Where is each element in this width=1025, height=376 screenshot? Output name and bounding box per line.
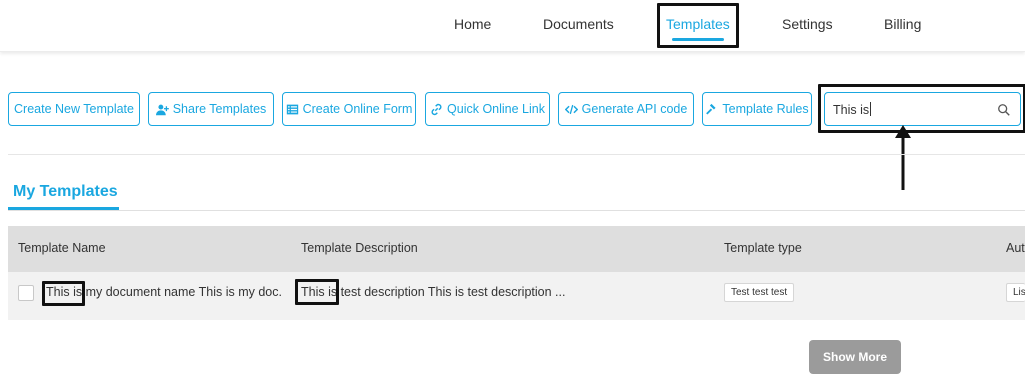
top-nav: Home Documents Templates Settings Billin… bbox=[0, 0, 1025, 52]
column-template-name[interactable]: Template Name bbox=[18, 241, 106, 255]
share-templates-label: Share Templates bbox=[172, 102, 267, 116]
table-header: Template Name Template Description Templ… bbox=[8, 226, 1025, 272]
tab-divider bbox=[8, 210, 1025, 211]
tab-my-templates[interactable]: My Templates bbox=[13, 183, 118, 201]
template-type-badge: Test test test bbox=[724, 283, 795, 302]
table-row[interactable]: This is my document name This is my doc.… bbox=[8, 272, 1025, 320]
quick-online-link-label: Quick Online Link bbox=[447, 102, 545, 116]
template-rules-button[interactable]: Template Rules bbox=[702, 92, 812, 126]
cell-template-description: This is test description This is test de… bbox=[301, 285, 566, 299]
create-new-template-label: Create New Template bbox=[14, 102, 134, 116]
share-templates-button[interactable]: Share Templates bbox=[148, 92, 274, 126]
create-online-form-button[interactable]: Create Online Form bbox=[282, 92, 416, 126]
highlight-box-search bbox=[818, 84, 1025, 133]
create-online-form-label: Create Online Form bbox=[302, 102, 413, 116]
nav-home[interactable]: Home bbox=[454, 15, 491, 33]
toolbar-divider bbox=[8, 154, 1025, 155]
highlight-box-name-match bbox=[42, 281, 85, 306]
annotation-arrow-icon bbox=[895, 125, 911, 190]
form-list-icon bbox=[286, 104, 298, 114]
column-template-description[interactable]: Template Description bbox=[301, 241, 418, 255]
column-author[interactable]: Aut bbox=[1006, 241, 1025, 255]
cell-extra-badge: Lis bbox=[1006, 283, 1025, 302]
user-plus-icon bbox=[155, 104, 169, 115]
highlight-box-description-match bbox=[295, 279, 339, 305]
show-more-button[interactable]: Show More bbox=[809, 340, 901, 374]
gavel-icon bbox=[706, 103, 716, 115]
link-icon bbox=[431, 103, 442, 115]
generate-api-code-label: Generate API code bbox=[581, 102, 688, 116]
nav-settings[interactable]: Settings bbox=[782, 15, 833, 33]
quick-online-link-button[interactable]: Quick Online Link bbox=[425, 92, 550, 126]
nav-documents[interactable]: Documents bbox=[543, 15, 614, 33]
highlight-box-templates bbox=[657, 3, 739, 48]
nav-billing[interactable]: Billing bbox=[884, 15, 921, 33]
template-rules-label: Template Rules bbox=[722, 102, 809, 116]
generate-api-code-button[interactable]: Generate API code bbox=[558, 92, 694, 126]
create-new-template-button[interactable]: Create New Template bbox=[8, 92, 140, 126]
row-checkbox[interactable] bbox=[18, 285, 34, 301]
code-icon bbox=[564, 104, 578, 114]
column-template-type[interactable]: Template type bbox=[724, 241, 802, 255]
